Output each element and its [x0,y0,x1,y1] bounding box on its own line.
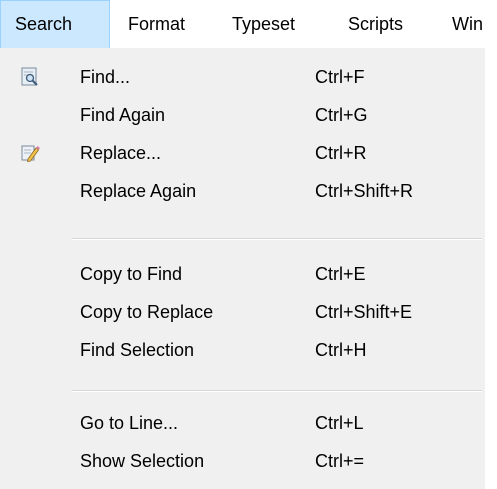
menu-item-copy-to-find[interactable]: Copy to Find Ctrl+E [0,255,486,293]
find-icon [20,67,40,87]
menu-item-label: Find Selection [80,340,195,360]
menu-item-go-to-line[interactable]: Go to Line... Ctrl+L [0,404,486,442]
menu-item-shortcut: Ctrl+R [315,143,367,163]
menu-item-find-selection[interactable]: Find Selection Ctrl+H [0,331,486,369]
menu-item-shortcut: Ctrl+Shift+E [315,302,413,322]
menu-item-label: Go to Line... [80,413,179,433]
menu-item-shortcut: Ctrl+Shift+R [315,181,414,201]
menu-item-label: Replace Again [80,181,197,201]
menu-item-label: Copy to Replace [80,302,214,322]
menu-item-show-selection[interactable]: Show Selection Ctrl+= [0,442,486,480]
menu-separator [72,238,482,240]
menu-item-label: Copy to Find [80,264,183,284]
menu-item-label: Replace... [80,143,162,163]
menu-item-shortcut: Ctrl+= [315,451,365,471]
menu-item-copy-to-replace[interactable]: Copy to Replace Ctrl+Shift+E [0,293,486,331]
menu-format[interactable]: Format [128,0,185,48]
menu-bar: Search Format Typeset Scripts Win [0,0,497,48]
menu-item-find[interactable]: Find... Ctrl+F [0,58,486,96]
menu-item-shortcut: Ctrl+G [315,105,368,125]
replace-icon [20,143,40,163]
menu-scripts[interactable]: Scripts [348,0,403,48]
search-menu-dropdown: Find... Ctrl+F Find Again Ctrl+G Replace… [0,48,488,489]
menu-item-label: Find... [80,67,131,87]
menu-item-replace-again[interactable]: Replace Again Ctrl+Shift+R [0,172,486,210]
menu-item-label: Show Selection [80,451,205,471]
menu-item-find-again[interactable]: Find Again Ctrl+G [0,96,486,134]
menu-item-shortcut: Ctrl+E [315,264,366,284]
menu-item-shortcut: Ctrl+F [315,67,365,87]
menu-item-shortcut: Ctrl+H [315,340,367,360]
menu-separator [72,390,482,392]
menu-item-label: Find Again [80,105,166,125]
menu-item-replace[interactable]: Replace... Ctrl+R [0,134,486,172]
menu-item-shortcut: Ctrl+L [315,413,364,433]
menu-typeset[interactable]: Typeset [232,0,295,48]
menu-search[interactable]: Search [0,0,110,48]
menu-window[interactable]: Win [452,0,483,48]
